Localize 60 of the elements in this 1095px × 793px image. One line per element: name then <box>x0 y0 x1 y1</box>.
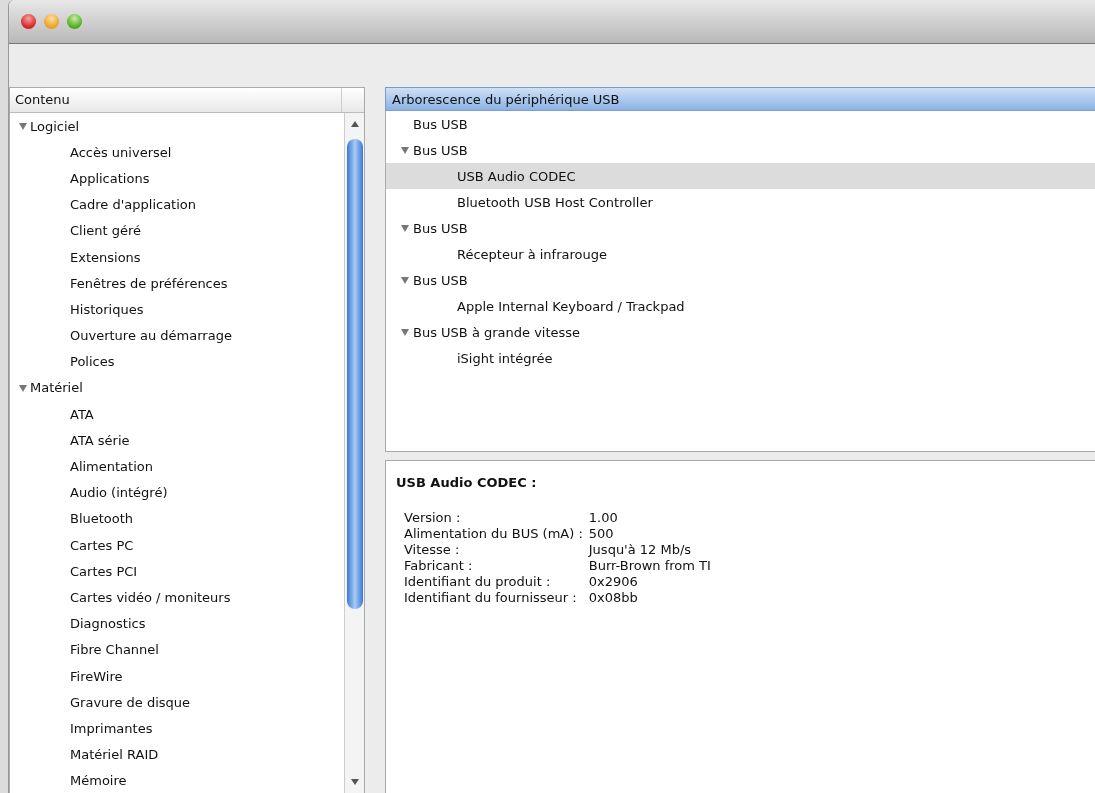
property-label: Identifiant du fournisseur : <box>404 590 578 606</box>
tree-row[interactable]: Apple Internal Keyboard / Trackpad <box>386 293 1095 319</box>
property-label: Vitesse : <box>404 542 461 558</box>
property-value: Jusqu'à 12 Mb/s <box>588 542 693 558</box>
property-value: 0x2906 <box>588 574 639 590</box>
disclosure-triangle-icon[interactable] <box>18 382 28 393</box>
sidebar-item[interactable]: Imprimantes <box>70 720 153 736</box>
disclosure-triangle-icon[interactable] <box>400 275 410 285</box>
tree-row[interactable]: Bus USB <box>386 111 1095 137</box>
tree-row[interactable]: Bus USB <box>386 215 1095 241</box>
tree-row[interactable]: Bus USB <box>386 137 1095 163</box>
disclosure-triangle-icon[interactable] <box>400 327 410 337</box>
sidebar-item[interactable]: Bluetooth <box>70 511 134 527</box>
sidebar-item[interactable]: Alimentation <box>70 459 153 475</box>
sidebar-item[interactable]: Mémoire <box>70 773 127 789</box>
property-label: Identifiant du produit : <box>404 574 552 590</box>
scrollbar[interactable] <box>344 113 364 793</box>
sidebar-item[interactable]: Accès universel <box>70 144 172 160</box>
sidebar-item[interactable]: Polices <box>70 354 115 370</box>
sidebar-item[interactable]: Diagnostics <box>70 616 146 632</box>
property-value: 0x08bb <box>588 590 639 606</box>
sidebar-item[interactable]: Matériel RAID <box>70 747 159 763</box>
tree-row[interactable]: Bus USB à grande vitesse <box>386 319 1095 345</box>
sidebar-item[interactable]: Gravure de disque <box>70 694 190 710</box>
close-button[interactable] <box>21 14 36 29</box>
property-label: Alimentation du BUS (mA) : <box>404 526 583 542</box>
sidebar-item[interactable]: Logiciel <box>30 118 80 134</box>
tree-row[interactable]: USB Audio CODEC <box>386 163 1095 189</box>
disclosure-triangle-icon[interactable] <box>400 223 410 233</box>
detail-title: USB Audio CODEC : <box>396 475 538 490</box>
sidebar-item[interactable]: Audio (intégré) <box>70 485 168 501</box>
disclosure-triangle-icon[interactable] <box>400 145 410 155</box>
disclosure-triangle-icon[interactable] <box>18 121 28 132</box>
sidebar-item[interactable]: Ouverture au démarrage <box>70 328 232 344</box>
property-label: Fabricant : <box>404 558 474 574</box>
property-label: Version : <box>404 510 462 526</box>
sidebar-item[interactable]: Cartes PC <box>70 537 134 553</box>
sidebar-item[interactable]: ATA <box>70 406 94 422</box>
property-value: Burr-Brown from TI <box>588 558 711 574</box>
sidebar-item[interactable]: Fibre Channel <box>70 642 159 658</box>
sidebar-item[interactable]: Historiques <box>70 301 144 317</box>
scroll-up-arrow-icon[interactable] <box>349 119 360 129</box>
scroll-down-arrow-icon[interactable] <box>349 777 360 787</box>
tree-row[interactable]: Bus USB <box>386 267 1095 293</box>
tree-row[interactable]: iSight intégrée <box>386 345 1095 371</box>
sidebar-item[interactable]: Matériel <box>30 380 83 396</box>
property-value: 1.00 <box>588 510 619 526</box>
tree-row[interactable]: Récepteur à infrarouge <box>386 241 1095 267</box>
sidebar-item[interactable]: FireWire <box>70 668 123 684</box>
sidebar-item[interactable]: Extensions <box>70 249 141 265</box>
sidebar-item[interactable]: ATA série <box>70 432 130 448</box>
sidebar-item[interactable]: Fenêtres de préférences <box>70 275 228 291</box>
sidebar-item[interactable]: Applications <box>70 170 150 186</box>
sidebar-item[interactable]: Cadre d'application <box>70 197 197 213</box>
property-value: 500 <box>588 526 615 542</box>
sidebar-item[interactable]: Cartes vidéo / moniteurs <box>70 589 231 605</box>
sidebar-item[interactable]: Client géré <box>70 223 142 239</box>
column-header[interactable]: Arborescence du périphérique USB <box>385 87 1095 111</box>
tree-row[interactable]: Bluetooth USB Host Controller <box>386 189 1095 215</box>
sidebar-item[interactable]: Cartes PCI <box>70 563 138 579</box>
